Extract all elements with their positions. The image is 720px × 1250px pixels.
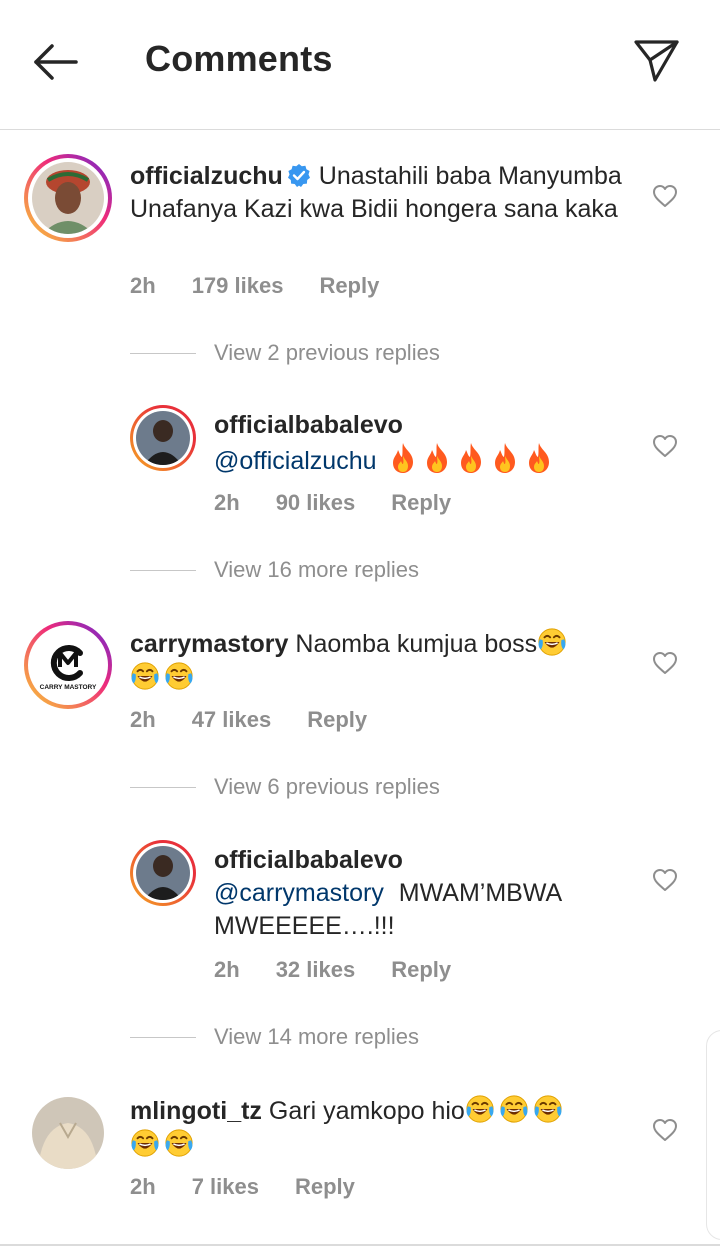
reply-likes[interactable]: 90 likes	[276, 490, 356, 515]
header-bar: Comments	[0, 0, 720, 130]
heart-icon[interactable]	[652, 1118, 678, 1142]
reply-meta: 2h 90 likes Reply	[214, 490, 487, 516]
mention-link[interactable]: @officialzuchu	[214, 447, 377, 475]
comment-username[interactable]: carrymastory	[130, 630, 288, 658]
divider-line	[130, 786, 196, 788]
laughing-emoji-icon	[164, 661, 194, 691]
comment-meta: 2h 47 likes Reply	[130, 707, 403, 733]
reply-avatar[interactable]	[130, 405, 196, 471]
reply-button[interactable]: Reply	[295, 1174, 355, 1199]
comment-body: Gari yamkopo hio	[268, 1097, 465, 1125]
back-button[interactable]	[28, 38, 84, 86]
laughing-emoji-icon	[465, 1094, 495, 1124]
heart-icon[interactable]	[652, 184, 678, 208]
laughing-emoji-icon	[164, 1128, 194, 1158]
avatar-logo-text: CARRY MASTORY	[40, 684, 97, 691]
comment-time: 2h	[130, 1174, 156, 1199]
avatar-photo-icon	[32, 162, 104, 234]
reply-likes[interactable]: 32 likes	[276, 957, 356, 982]
fire-emoji-icon	[389, 442, 417, 474]
fire-emoji-icon	[423, 442, 451, 474]
view-more-replies[interactable]: View 16 more replies	[130, 557, 419, 583]
scrollbar-handle[interactable]	[706, 1030, 720, 1240]
laughing-emoji-icon	[537, 627, 567, 657]
avatar[interactable]: CARRY MASTORY	[24, 621, 112, 709]
view-previous-replies-label: View 2 previous replies	[214, 340, 440, 365]
view-more-replies-label: View 14 more replies	[214, 1024, 420, 1049]
view-previous-replies[interactable]: View 2 previous replies	[130, 340, 440, 366]
heart-icon[interactable]	[652, 868, 678, 892]
reply-button[interactable]: Reply	[307, 707, 367, 732]
view-more-replies[interactable]: View 14 more replies	[130, 1024, 419, 1050]
comment-meta: 2h 7 likes Reply	[130, 1174, 391, 1200]
heart-icon[interactable]	[652, 651, 678, 675]
fire-emoji-icon	[491, 442, 519, 474]
comment-likes[interactable]: 47 likes	[192, 707, 272, 732]
comment-text: carrymastory Naomba kumjua boss	[130, 627, 630, 695]
reply-username[interactable]: officialbabalevo	[214, 409, 634, 442]
view-previous-replies[interactable]: View 6 previous replies	[130, 774, 440, 800]
comment-body: Naomba kumjua boss	[295, 630, 538, 658]
comment-username[interactable]: mlingoti_tz	[130, 1097, 262, 1125]
view-more-replies-label: View 16 more replies	[214, 557, 420, 582]
reply-button[interactable]: Reply	[319, 273, 379, 298]
reply-username[interactable]: officialbabalevo	[214, 844, 634, 877]
comment-likes[interactable]: 179 likes	[192, 273, 284, 298]
reply-time: 2h	[214, 957, 240, 982]
comment-text: officialzuchu Unastahili baba Manyumba Un…	[130, 160, 670, 226]
arrow-left-icon	[34, 44, 78, 80]
avatar[interactable]	[32, 1097, 104, 1169]
fire-emoji-icon	[525, 442, 553, 474]
comment-meta: 2h 179 likes Reply	[130, 273, 415, 299]
fire-emoji-icon	[457, 442, 485, 474]
divider-line	[130, 352, 196, 354]
reply-avatar[interactable]	[130, 840, 196, 906]
laughing-emoji-icon	[130, 661, 160, 691]
laughing-emoji-icon	[533, 1094, 563, 1124]
comment-likes[interactable]: 7 likes	[192, 1174, 259, 1199]
comment-text: mlingoti_tz Gari yamkopo hio	[130, 1094, 630, 1162]
heart-icon[interactable]	[652, 434, 678, 458]
laughing-emoji-icon	[499, 1094, 529, 1124]
verified-badge-icon	[287, 164, 310, 187]
comment-time: 2h	[130, 707, 156, 732]
reply-text: officialbabalevo @carrymastory MWAM’MBWA…	[214, 844, 634, 943]
avatar[interactable]	[24, 154, 112, 242]
comment-username[interactable]: officialzuchu	[130, 162, 283, 190]
carry-mastory-logo-icon: CARRY MASTORY	[32, 629, 104, 701]
reply-meta: 2h 32 likes Reply	[214, 957, 487, 983]
mention-link[interactable]: @carrymastory	[214, 879, 384, 907]
avatar-photo-icon	[32, 1097, 104, 1169]
reply-time: 2h	[214, 490, 240, 515]
laughing-emoji-icon	[130, 1128, 160, 1158]
reply-button[interactable]: Reply	[391, 490, 451, 515]
bottom-divider	[0, 1244, 720, 1246]
reply-button[interactable]: Reply	[391, 957, 451, 982]
avatar-photo-icon	[136, 411, 190, 465]
reply-text: officialbabalevo @officialzuchu	[214, 409, 634, 478]
divider-line	[130, 569, 196, 571]
divider-line	[130, 1036, 196, 1038]
view-previous-replies-label: View 6 previous replies	[214, 774, 440, 799]
paper-plane-icon	[634, 40, 679, 82]
share-button[interactable]	[630, 34, 682, 86]
page-title: Comments	[145, 38, 333, 79]
avatar-photo-icon	[136, 846, 190, 900]
comment-time: 2h	[130, 273, 156, 298]
